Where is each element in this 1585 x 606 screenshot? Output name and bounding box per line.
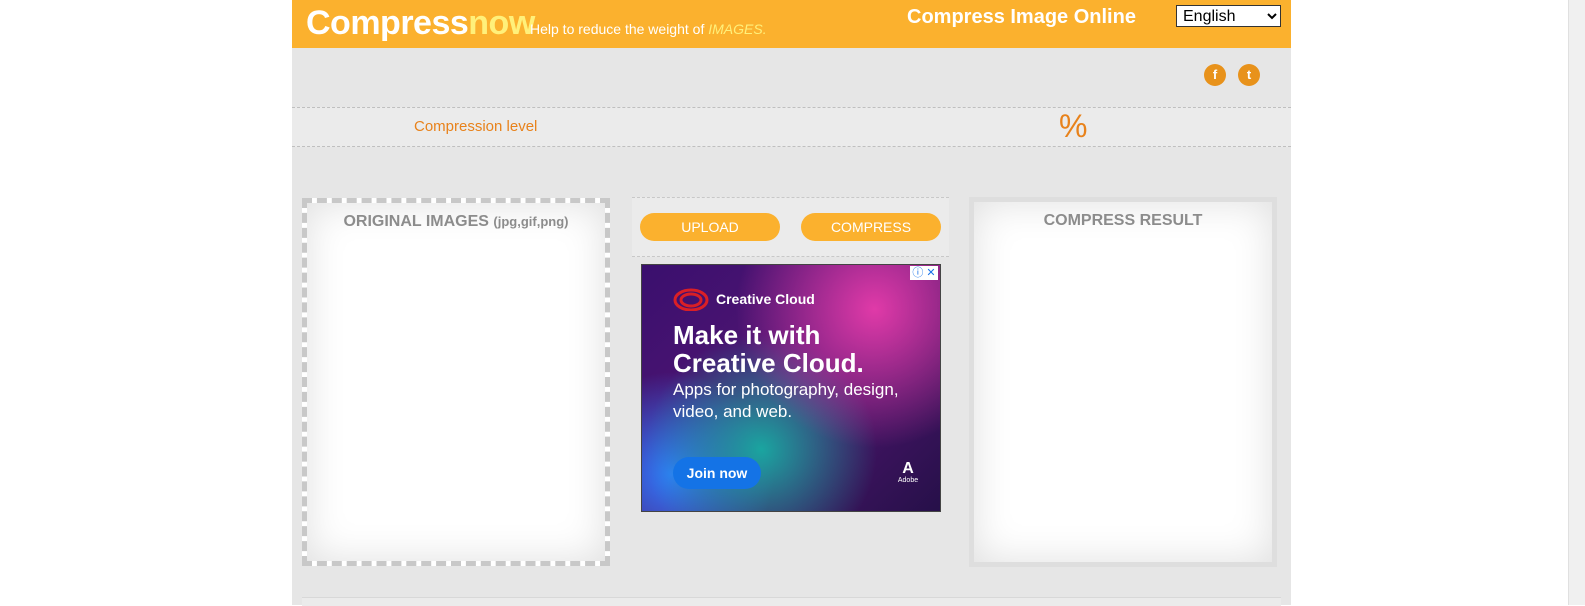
ad-subtext: Apps for photography, design, video, and…: [673, 379, 933, 423]
tagline-text: Help to reduce the weight of: [530, 21, 709, 37]
compress-button[interactable]: COMPRESS: [801, 213, 941, 241]
compress-result-panel: COMPRESS RESULT: [969, 197, 1277, 567]
twitter-icon[interactable]: t: [1238, 64, 1260, 86]
facebook-icon[interactable]: f: [1204, 64, 1226, 86]
compression-level-label: Compression level: [414, 118, 538, 135]
ad-subtext-line1: Apps for photography, design,: [673, 380, 899, 399]
original-images-title: ORIGINAL IMAGES (jpg,gif,png): [307, 213, 605, 231]
header-bar: Compressnow Help to reduce the weight of…: [292, 0, 1291, 48]
original-images-formats: (jpg,gif,png): [493, 214, 569, 229]
original-images-dropzone[interactable]: ORIGINAL IMAGES (jpg,gif,png): [302, 198, 610, 566]
ad-headline-line1: Make it with: [673, 320, 821, 350]
page-container: Compressnow Help to reduce the weight of…: [292, 0, 1291, 606]
creative-cloud-logo-icon: [673, 288, 709, 311]
site-logo[interactable]: Compressnow: [306, 3, 535, 43]
ad-info-icon[interactable]: ⓘ ✕: [910, 266, 938, 280]
compression-level-row: Compression level %: [292, 107, 1291, 147]
ad-headline: Make it with Creative Cloud.: [673, 321, 933, 377]
compress-result-title: COMPRESS RESULT: [1043, 212, 1203, 229]
logo-accent: now: [468, 4, 535, 42]
vertical-scrollbar[interactable]: [1568, 0, 1585, 605]
tagline: Help to reduce the weight of IMAGES.: [530, 21, 767, 37]
logo-main: Compress: [306, 4, 469, 42]
original-images-label: ORIGINAL IMAGES: [343, 213, 489, 230]
advertisement-banner[interactable]: ⓘ ✕ Creative Cloud Make it with Creative…: [641, 264, 941, 512]
site-title: Compress Image Online: [907, 6, 1136, 28]
ad-brand: Creative Cloud: [716, 291, 815, 307]
compression-percent: %: [1059, 108, 1088, 144]
ad-subtext-line2: video, and web.: [673, 402, 793, 421]
ad-join-now-button[interactable]: Join now: [673, 457, 761, 489]
adobe-word: Adobe: [897, 477, 919, 484]
action-buttons-row: UPLOAD COMPRESS: [632, 197, 949, 257]
ad-headline-line2: Creative Cloud.: [673, 348, 864, 378]
adobe-logo-icon: A Adobe: [897, 460, 919, 485]
adobe-mark: A: [902, 460, 914, 477]
upload-button[interactable]: UPLOAD: [640, 213, 780, 241]
language-select[interactable]: English: [1176, 5, 1281, 27]
tagline-accent: IMAGES.: [708, 21, 767, 37]
